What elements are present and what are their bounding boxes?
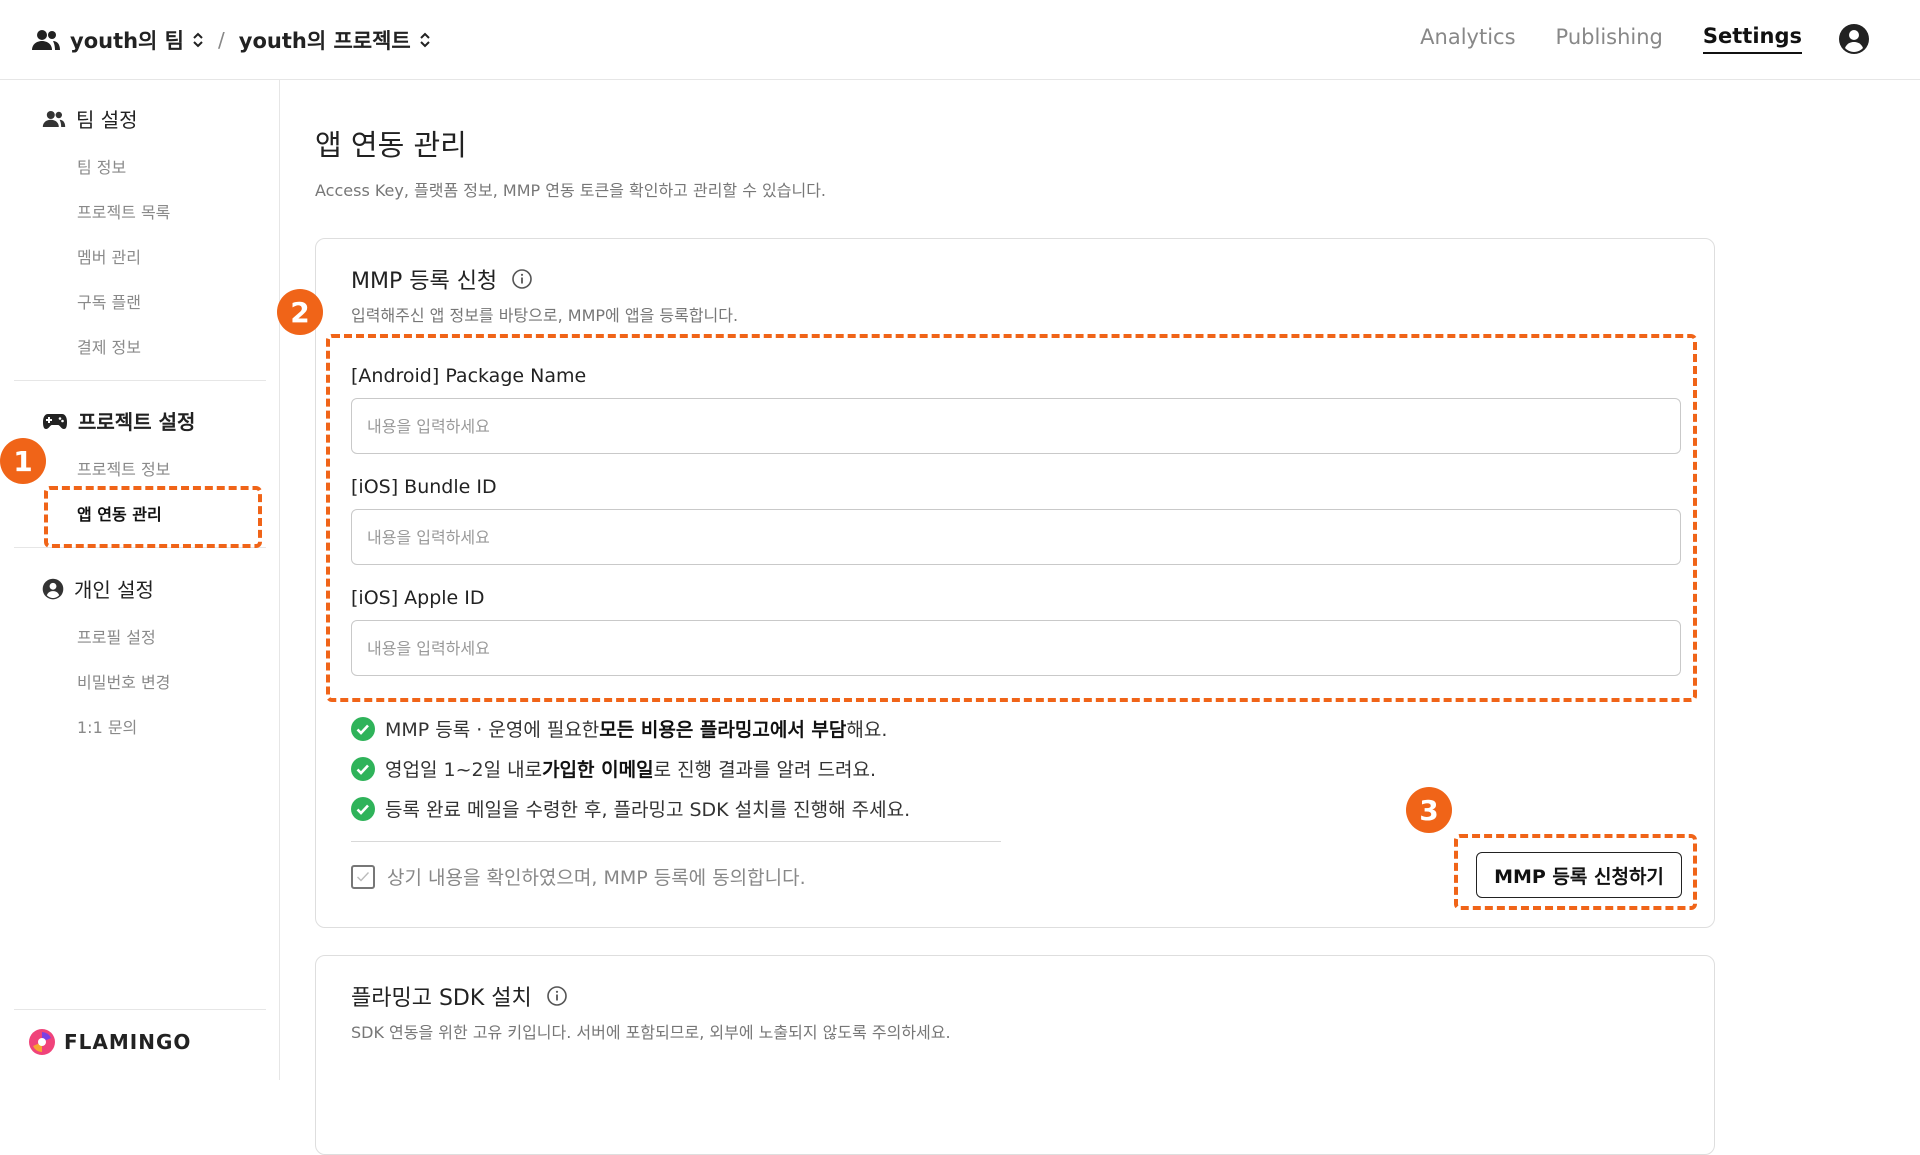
card-title: 플라밍고 SDK 설치: [351, 980, 568, 1012]
annotation-box-submit: [1454, 834, 1697, 910]
project-name: youth의 프로젝트: [238, 29, 411, 53]
sidebar-item-profile[interactable]: 프로필 설정: [77, 624, 156, 648]
note-line: 등록 완료 메일을 수령한 후, 플라밍고 SDK 설치를 진행해 주세요.: [351, 795, 910, 822]
breadcrumb: youth의 팀 / youth의 프로젝트: [30, 22, 431, 58]
gamepad-icon: [43, 413, 67, 429]
note-text: MMP 등록 · 운영에 필요한: [385, 719, 600, 741]
account-icon: [42, 578, 64, 599]
sidebar-item-project-info[interactable]: 프로젝트 정보: [77, 456, 170, 480]
nav-settings[interactable]: Settings: [1702, 24, 1802, 54]
note-line: MMP 등록 · 운영에 필요한 모든 비용은 플라밍고에서 부담 해요.: [351, 715, 887, 742]
annotation-marker-3: 3: [1406, 787, 1452, 833]
account-icon[interactable]: [1838, 23, 1870, 55]
check-circle-icon: [351, 716, 375, 741]
note-text: 해요.: [846, 719, 888, 741]
sidebar-item-members[interactable]: 멤버 관리: [77, 244, 141, 268]
agreement-checkbox-row[interactable]: 상기 내용을 확인하였으며, MMP 등록에 동의합니다.: [351, 863, 806, 890]
note-text: 영업일 1~2일 내로: [385, 759, 543, 781]
info-icon[interactable]: [511, 268, 533, 290]
sidebar-item-project-list[interactable]: 프로젝트 목록: [77, 199, 170, 223]
sidebar-item-team-info[interactable]: 팀 정보: [77, 154, 126, 178]
note-bold: 가입한 이메일: [542, 759, 654, 781]
annotation-marker-2: 2: [277, 289, 323, 335]
card-title-text: 플라밍고 SDK 설치: [351, 986, 532, 1011]
annotation-box-sidebar: [44, 486, 262, 548]
note-text: 로 진행 결과를 알려 드려요.: [653, 759, 877, 781]
sidebar: 팀 설정 팀 정보 프로젝트 목록 멤버 관리 구독 플랜 결제 정보 프로젝트…: [0, 80, 280, 1080]
check-icon: [357, 871, 370, 882]
team-name: youth의 팀: [70, 29, 185, 53]
sidebar-item-subscription[interactable]: 구독 플랜: [77, 289, 141, 313]
team-icon: [30, 24, 62, 56]
team-icon: [42, 110, 66, 127]
logo-text: FLAMINGO: [64, 1030, 192, 1054]
breadcrumb-separator: /: [218, 28, 225, 52]
card-description: SDK 연동을 위한 고유 키입니다. 서버에 포함되므로, 외부에 노출되지 …: [351, 1023, 951, 1042]
agreement-checkbox[interactable]: [351, 864, 375, 889]
note-bold: 모든 비용은 플라밍고에서 부담: [599, 719, 847, 741]
sidebar-divider: [14, 380, 266, 381]
info-icon[interactable]: [546, 985, 568, 1007]
sidebar-section-title: 팀 설정: [76, 108, 138, 132]
sidebar-item-inquiry[interactable]: 1:1 문의: [77, 714, 137, 738]
sidebar-section-personal: 개인 설정: [42, 574, 154, 603]
nav-analytics[interactable]: Analytics: [1420, 25, 1515, 53]
sidebar-section-team: 팀 설정: [42, 104, 138, 133]
check-circle-icon: [351, 756, 375, 781]
top-bar: youth의 팀 / youth의 프로젝트 Analytics Publish…: [0, 0, 1920, 80]
sidebar-section-title: 개인 설정: [74, 578, 154, 602]
card-description: 입력해주신 앱 정보를 바탕으로, MMP에 앱을 등록합니다.: [351, 306, 739, 325]
team-switcher[interactable]: youth의 팀: [30, 24, 204, 56]
card-divider: [351, 841, 1001, 842]
top-nav: Analytics Publishing Settings: [1380, 24, 1802, 54]
page-description: Access Key, 플랫폼 정보, MMP 연동 토큰을 확인하고 관리할 …: [315, 181, 826, 200]
note-line: 영업일 1~2일 내로 가입한 이메일 로 진행 결과를 알려 드려요.: [351, 755, 876, 782]
project-switcher[interactable]: youth의 프로젝트: [239, 25, 431, 55]
flamingo-logo: FLAMINGO: [28, 1028, 191, 1056]
note-text: 등록 완료 메일을 수령한 후, 플라밍고 SDK 설치를 진행해 주세요.: [385, 799, 911, 821]
sort-icon: [193, 32, 203, 48]
sidebar-item-password[interactable]: 비밀번호 변경: [77, 669, 170, 693]
sidebar-section-project: 프로젝트 설정: [42, 406, 195, 435]
nav-publishing[interactable]: Publishing: [1556, 25, 1663, 53]
card-title-text: MMP 등록 신청: [351, 269, 498, 294]
annotation-marker-1: 1: [0, 438, 46, 484]
sidebar-section-title: 프로젝트 설정: [78, 410, 196, 434]
sidebar-divider: [14, 1009, 266, 1010]
card-title: MMP 등록 신청: [351, 263, 533, 295]
agreement-label: 상기 내용을 확인하였으며, MMP 등록에 동의합니다.: [387, 867, 806, 889]
sidebar-item-billing[interactable]: 결제 정보: [77, 334, 141, 358]
page-title: 앱 연동 관리: [315, 128, 467, 162]
check-circle-icon: [351, 796, 375, 821]
sort-icon: [420, 32, 430, 48]
annotation-box-fields: [326, 334, 1697, 702]
flamingo-logo-icon: [29, 1029, 55, 1055]
sdk-install-card: 플라밍고 SDK 설치 SDK 연동을 위한 고유 키입니다. 서버에 포함되므…: [315, 955, 1715, 1155]
